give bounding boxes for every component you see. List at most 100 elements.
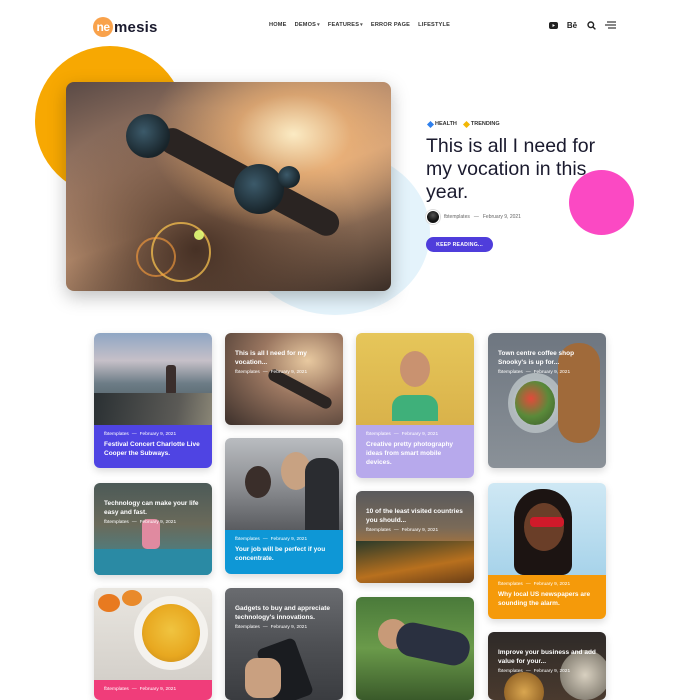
card-meta: fbtemplates — February 9, 2021: [235, 625, 333, 630]
card-meta: fbtemplates — February 9, 2021: [104, 432, 202, 437]
author-name[interactable]: fbtemplates: [366, 432, 391, 437]
lens-flare: [194, 230, 204, 240]
post-date: February 9, 2021: [270, 370, 308, 375]
author-name[interactable]: fbtemplates: [498, 582, 523, 587]
author-name[interactable]: fbtemplates: [366, 528, 391, 533]
card-meta: fbtemplates — February 9, 2021: [498, 370, 596, 375]
youtube-icon[interactable]: [548, 20, 558, 30]
post-card[interactable]: Technology can make your life easy and f…: [94, 483, 212, 575]
card-title[interactable]: Your job will be perfect if you concentr…: [235, 545, 333, 563]
author-name[interactable]: fbtemplates: [498, 669, 523, 674]
author-name[interactable]: fbtemplates: [444, 214, 470, 220]
post-date: February 9, 2021: [533, 370, 571, 375]
card-meta: fbtemplates — February 9, 2021: [235, 537, 333, 542]
card-panel: Gadgets to buy and appreciate technology…: [225, 597, 343, 630]
nav-label: FEATURES: [327, 22, 360, 28]
card-panel: Improve your business and add value for …: [488, 641, 606, 674]
meta-separator: —: [525, 669, 531, 674]
author-name[interactable]: fbtemplates: [235, 625, 260, 630]
post-card[interactable]: fbtemplates — February 9, 2021 Your job wi…: [225, 438, 343, 574]
site-logo[interactable]: ne mesis: [93, 16, 158, 38]
diamond-icon: [426, 120, 435, 128]
post-card[interactable]: Town centre coffee shop Snooky's is up f…: [488, 333, 606, 468]
search-icon[interactable]: [586, 20, 596, 30]
chevron-down-icon: ▾: [360, 22, 363, 28]
hero-image[interactable]: [66, 82, 391, 291]
post-card[interactable]: Gadgets to buy and appreciate technology…: [225, 588, 343, 700]
nav-label: DEMOS: [294, 22, 317, 28]
post-date: February 9, 2021: [270, 625, 308, 630]
card-panel: fbtemplates — February 9, 2021 Why local U…: [488, 575, 606, 619]
meta-separator: —: [262, 537, 268, 542]
menu-icon[interactable]: [604, 20, 616, 30]
post-card[interactable]: Improve your business and add value for …: [488, 632, 606, 700]
card-image: [356, 333, 474, 425]
diamond-icon: [462, 120, 470, 128]
post-card[interactable]: fbtemplates — February 9, 2021 Creative pr…: [356, 333, 474, 478]
nav-features[interactable]: FEATURES ▾: [328, 22, 363, 28]
card-meta: fbtemplates — February 9, 2021: [104, 687, 202, 692]
card-meta: fbtemplates — February 9, 2021: [235, 370, 333, 375]
author-name[interactable]: fbtemplates: [104, 432, 129, 437]
nav-home[interactable]: HOME: [269, 22, 287, 28]
card-meta: fbtemplates — February 9, 2021: [104, 520, 202, 525]
post-date: February 9, 2021: [533, 582, 571, 587]
post-date: February 9, 2021: [533, 669, 571, 674]
hero-meta: fbtemplates — February 9, 2021: [426, 210, 521, 224]
meta-separator: —: [525, 370, 531, 375]
card-title[interactable]: This is all I need for my vocation...: [235, 349, 333, 367]
main-nav: HOME DEMOS ▾ FEATURES ▾ ERROR PAGE LIFESTY…: [269, 22, 450, 28]
author-name[interactable]: fbtemplates: [235, 370, 260, 375]
skateboard-wheel: [234, 164, 284, 214]
post-card[interactable]: [356, 597, 474, 700]
post-card[interactable]: This is all I need for my vocation... fb…: [225, 333, 343, 425]
author-name[interactable]: fbtemplates: [498, 370, 523, 375]
meta-separator: —: [262, 625, 268, 630]
card-image: [356, 597, 474, 700]
author-avatar[interactable]: [426, 210, 440, 224]
card-panel: fbtemplates — February 9, 2021: [94, 680, 212, 700]
lens-flare: [136, 237, 176, 277]
author-name[interactable]: fbtemplates: [235, 537, 260, 542]
post-date: February 9, 2021: [270, 537, 308, 542]
nav-label: LIFESTYLE: [418, 22, 451, 28]
post-date: February 9, 2021: [482, 214, 521, 220]
card-title[interactable]: Festival Concert Charlotte Live Cooper t…: [104, 440, 202, 458]
card-title[interactable]: Town centre coffee shop Snooky's is up f…: [498, 349, 596, 367]
nav-lifestyle[interactable]: LIFESTYLE: [418, 22, 450, 28]
card-image: [94, 588, 212, 680]
post-card[interactable]: fbtemplates — February 9, 2021: [94, 588, 212, 700]
card-title[interactable]: Gadgets to buy and appreciate technology…: [235, 604, 333, 622]
post-date: February 9, 2021: [401, 528, 439, 533]
author-name[interactable]: fbtemplates: [104, 520, 129, 525]
card-meta: fbtemplates — February 9, 2021: [366, 432, 464, 437]
nav-label: HOME: [269, 22, 287, 28]
card-meta: fbtemplates — February 9, 2021: [498, 582, 596, 587]
card-panel: Technology can make your life easy and f…: [94, 492, 212, 525]
card-title[interactable]: Improve your business and add value for …: [498, 648, 596, 666]
tag-label: TRENDING: [470, 121, 500, 127]
logo-text: mesis: [114, 18, 158, 36]
post-date: February 9, 2021: [401, 432, 439, 437]
card-meta: fbtemplates — February 9, 2021: [366, 528, 464, 533]
nav-demos[interactable]: DEMOS ▾: [295, 22, 320, 28]
post-card[interactable]: fbtemplates — February 9, 2021 Why local U…: [488, 483, 606, 619]
card-title[interactable]: Creative pretty photography ideas from s…: [366, 440, 464, 467]
hero-title[interactable]: This is all I need for my vocation in th…: [426, 135, 626, 204]
keep-reading-button[interactable]: KEEP READING...: [426, 237, 493, 252]
card-panel: 10 of the least visited countries you sh…: [356, 500, 474, 533]
card-title[interactable]: Why local US newspapers are sounding the…: [498, 590, 596, 608]
hero-tags: HEALTH TRENDING: [426, 120, 500, 128]
post-card[interactable]: 10 of the least visited countries you sh…: [356, 491, 474, 583]
meta-separator: —: [131, 687, 137, 692]
author-name[interactable]: fbtemplates: [104, 687, 129, 692]
tag-health[interactable]: HEALTH: [426, 120, 457, 128]
post-card[interactable]: fbtemplates — February 9, 2021 Festival Co…: [94, 333, 212, 468]
tag-trending[interactable]: TRENDING: [462, 120, 500, 128]
nav-error-page[interactable]: ERROR PAGE: [371, 22, 410, 28]
post-date: February 9, 2021: [139, 520, 177, 525]
card-title[interactable]: Technology can make your life easy and f…: [104, 499, 202, 517]
meta-separator: —: [525, 582, 531, 587]
card-title[interactable]: 10 of the least visited countries you sh…: [366, 507, 464, 525]
behance-icon[interactable]: Bē: [566, 20, 578, 30]
